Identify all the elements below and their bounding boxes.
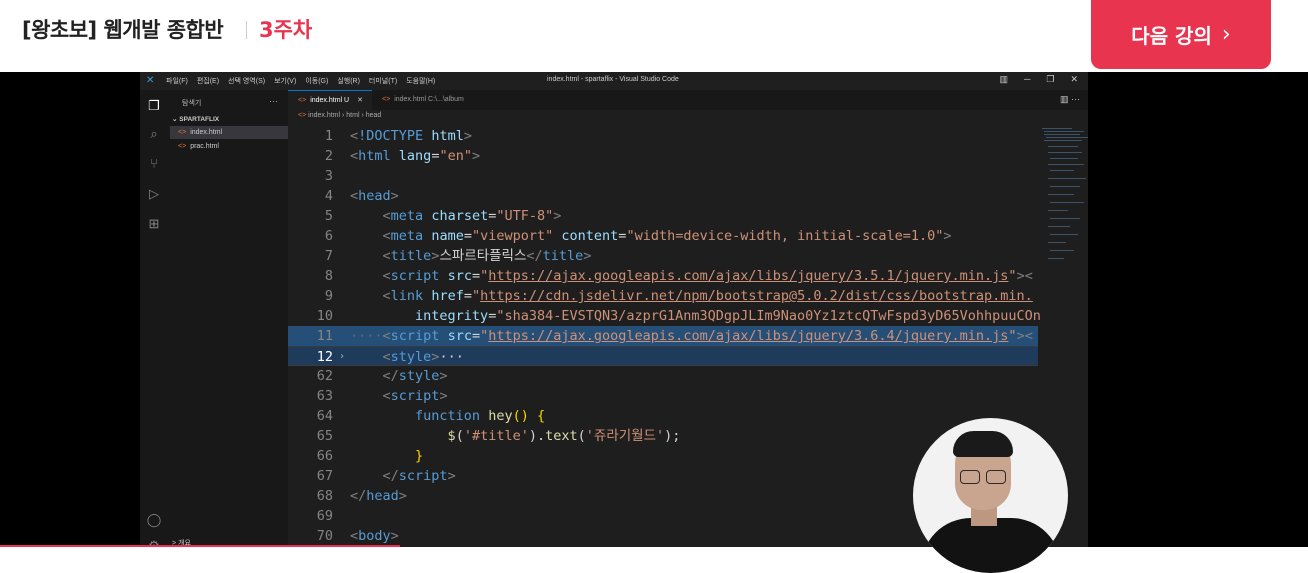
webcam-overlay [913,418,1068,573]
next-lecture-label: 다음 강의 [1131,24,1212,48]
code-line: 5 <meta charset="UTF-8"> [324,208,562,224]
divider [246,21,247,39]
tab-index-html[interactable]: <> index.html U ✕ [288,90,372,110]
code-line: 6 <meta name="viewport" content="width=d… [324,228,952,244]
code-line: 9 <link href="https://cdn.jsdelivr.net/n… [324,288,1033,304]
account-icon[interactable]: ◯ [146,512,162,528]
minimize-icon[interactable]: ─ [1024,74,1030,85]
close-tab-icon[interactable]: ✕ [357,97,363,104]
minimap[interactable] [1040,126,1088,286]
explorer-title: 탐색기 [182,100,202,107]
extensions-icon[interactable]: ⊞ [146,216,162,232]
window-title: index.html - spartaflix - Visual Studio … [547,76,679,83]
glasses-icon [960,470,1006,484]
breadcrumb: <> index.html › html › head [298,112,382,119]
tab-bar: <> index.html U ✕ <> index.html C:\...\albu… [288,90,1088,110]
code-line: 10 integrity="sha384-EVSTQN3/azprG1Anm3Q… [316,308,1041,324]
html-file-icon: <> [178,143,187,150]
menu-terminal[interactable]: 터미널(T) [369,76,397,86]
week-label: 3주차 [259,18,313,42]
menu-run[interactable]: 실행(R) [337,76,360,86]
code-line: 3 [324,168,333,184]
lecture-header: [왕초보] 웹개발 종합반 3주차 다음 강의 › [0,0,1308,72]
menu-go[interactable]: 이동(G) [305,76,328,86]
more-icon[interactable]: ··· [269,96,278,106]
fold-chevron-icon[interactable]: › [339,347,345,367]
presenter-hair [953,431,1013,457]
course-title: [왕초보] 웹개발 종합반 [22,18,224,42]
explorer-icon[interactable]: ❐ [146,98,162,114]
code-line: 65 $('#title').text('쥬라기월드'); [316,428,681,444]
html-file-icon: <> [178,129,187,136]
window-controls: ▥ ─ ❐ ✕ [999,74,1078,85]
explorer-sidebar: 탐색기 ··· ⌄ SPARTAFLIX <> index.html <> prac… [168,90,288,547]
close-icon[interactable]: ✕ [1070,74,1078,85]
restore-icon[interactable]: ❐ [1046,74,1054,85]
activity-bar: ❐ ⌕ ⑂ ▷ ⊞ ◯ ⚙ [140,90,168,547]
code-line: 2 <html lang="en"> [324,148,481,164]
code-line: 7 <title>스파르타플릭스</title> [324,248,592,264]
code-line: 64 function hey() { [316,408,546,424]
menu-selection[interactable]: 선택 영역(S) [228,76,265,86]
menu-help[interactable]: 도움말(H) [406,76,435,86]
code-line-selected: 11 ····<script src="https://ajax.googleap… [288,326,1038,346]
next-lecture-button[interactable]: 다음 강의 › [1091,0,1271,69]
presenter-shirt [921,518,1061,573]
html-file-icon: <> [382,96,391,103]
code-line: 8 <script src="https://ajax.googleapis.c… [324,268,1033,284]
vscode-logo-icon: ✕ [146,75,155,86]
menu-edit[interactable]: 편집(E) [197,76,219,86]
split-editor-icon[interactable]: ▥ ··· [1060,94,1080,105]
html-file-icon: <> [298,97,307,104]
folder-spartaflix[interactable]: ⌄ SPARTAFLIX [172,115,219,123]
code-line: 62 </style> [316,368,448,384]
layout-icon[interactable]: ▥ [999,74,1008,85]
search-icon[interactable]: ⌕ [146,126,162,142]
code-line: 1 <!DOCTYPE html> [324,128,472,144]
tab-album-index-html[interactable]: <> index.html C:\...\album [372,90,482,110]
file-prac-html[interactable]: <> prac.html [170,140,288,153]
menu-bar: 파일(F) 편집(E) 선택 영역(S) 보기(V) 이동(G) 실행(R) 터… [166,76,435,86]
chevron-right-icon: › [1221,22,1231,47]
title-bar: ✕ 파일(F) 편집(E) 선택 영역(S) 보기(V) 이동(G) 실행(R)… [140,72,1088,90]
menu-view[interactable]: 보기(V) [274,76,296,86]
code-line: 4 <head> [324,188,399,204]
code-line: 63 <script> [316,388,448,404]
source-control-icon[interactable]: ⑂ [146,156,162,172]
menu-file[interactable]: 파일(F) [166,76,188,86]
code-line-current: 12 › <style>··· [288,346,1038,366]
run-debug-icon[interactable]: ▷ [146,186,162,202]
file-index-html[interactable]: <> index.html [170,126,288,139]
